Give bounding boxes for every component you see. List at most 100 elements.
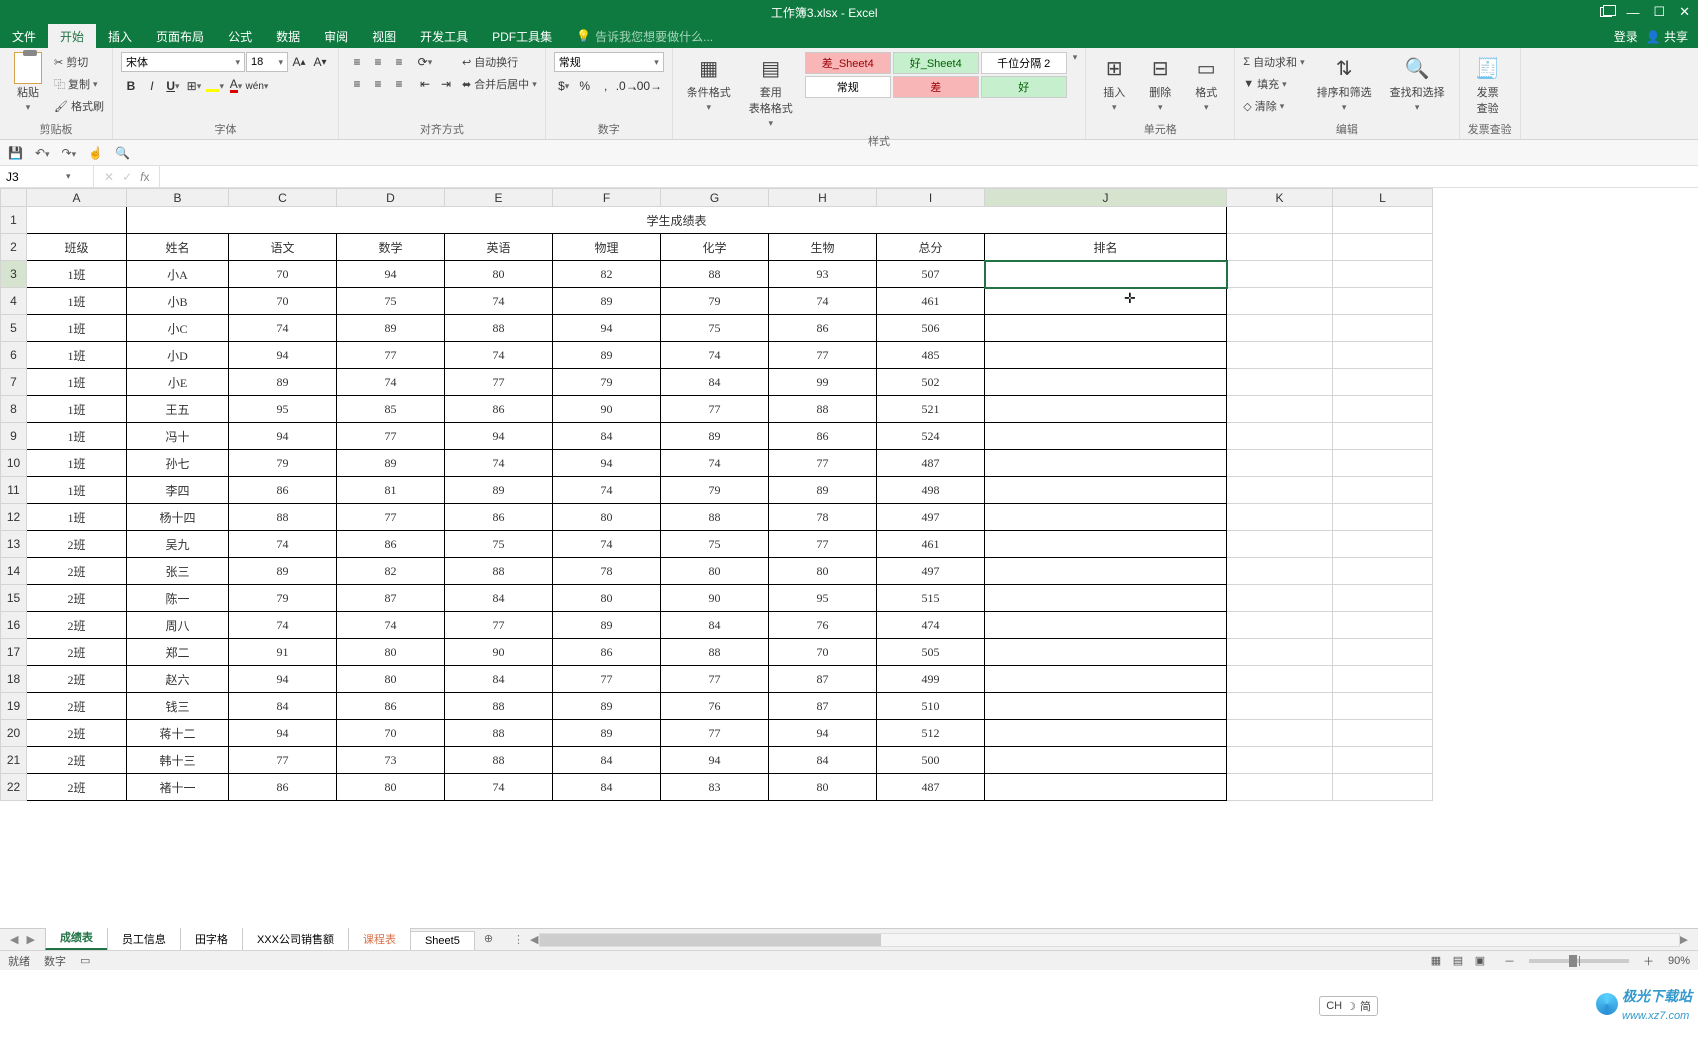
- cell-G21[interactable]: 94: [661, 747, 769, 774]
- cell-D16[interactable]: 74: [337, 612, 445, 639]
- cell-L6[interactable]: [1333, 342, 1433, 369]
- cell-L22[interactable]: [1333, 774, 1433, 801]
- cell-H5[interactable]: 86: [769, 315, 877, 342]
- tell-me-search[interactable]: 💡 告诉我您想要做什么...: [576, 24, 713, 48]
- col-header-J[interactable]: J: [985, 189, 1227, 207]
- cell-B20[interactable]: 蒋十二: [127, 720, 229, 747]
- cell-D9[interactable]: 77: [337, 423, 445, 450]
- cell-K2[interactable]: [1227, 234, 1333, 261]
- zoom-out-button[interactable]: －: [1504, 953, 1515, 969]
- comma-button[interactable]: ,: [596, 76, 616, 96]
- underline-button[interactable]: U▾: [163, 76, 183, 96]
- cell-J14[interactable]: [985, 558, 1227, 585]
- cell-C16[interactable]: 74: [229, 612, 337, 639]
- cell-K15[interactable]: [1227, 585, 1333, 612]
- cell-K21[interactable]: [1227, 747, 1333, 774]
- row-header-6[interactable]: 6: [1, 342, 27, 369]
- cell-K4[interactable]: [1227, 288, 1333, 315]
- cell-D3[interactable]: 94: [337, 261, 445, 288]
- cell-K10[interactable]: [1227, 450, 1333, 477]
- col-header-F[interactable]: F: [553, 189, 661, 207]
- font-color-button[interactable]: A▾: [226, 76, 246, 96]
- cell-C20[interactable]: 94: [229, 720, 337, 747]
- cell-B16[interactable]: 周八: [127, 612, 229, 639]
- cell-G10[interactable]: 74: [661, 450, 769, 477]
- cell-F18[interactable]: 77: [553, 666, 661, 693]
- cell-J15[interactable]: [985, 585, 1227, 612]
- normal-view-button[interactable]: ▦: [1426, 953, 1446, 968]
- cell-E17[interactable]: 90: [445, 639, 553, 666]
- cell-K3[interactable]: [1227, 261, 1333, 288]
- cell-D13[interactable]: 86: [337, 531, 445, 558]
- cell-B1[interactable]: 学生成绩表: [127, 207, 1227, 234]
- cell-C21[interactable]: 77: [229, 747, 337, 774]
- cell-L9[interactable]: [1333, 423, 1433, 450]
- hscroll-right[interactable]: ▶: [1680, 933, 1688, 946]
- cell-L14[interactable]: [1333, 558, 1433, 585]
- cell-E4[interactable]: 74: [445, 288, 553, 315]
- cell-G18[interactable]: 77: [661, 666, 769, 693]
- cell-C8[interactable]: 95: [229, 396, 337, 423]
- cell-D10[interactable]: 89: [337, 450, 445, 477]
- cell-C14[interactable]: 89: [229, 558, 337, 585]
- cell-D5[interactable]: 89: [337, 315, 445, 342]
- cell-J2[interactable]: 排名: [985, 234, 1227, 261]
- cell-I2[interactable]: 总分: [877, 234, 985, 261]
- cell-A14[interactable]: 2班: [27, 558, 127, 585]
- cut-button[interactable]: ✂剪切: [54, 52, 104, 72]
- phonetic-button[interactable]: wén▾: [247, 76, 267, 96]
- col-header-H[interactable]: H: [769, 189, 877, 207]
- orientation-button[interactable]: ⟳▾: [415, 52, 435, 72]
- cell-I16[interactable]: 474: [877, 612, 985, 639]
- cell-J3[interactable]: [985, 261, 1227, 288]
- cell-I5[interactable]: 506: [877, 315, 985, 342]
- cell-J16[interactable]: [985, 612, 1227, 639]
- row-header-14[interactable]: 14: [1, 558, 27, 585]
- cell-C6[interactable]: 94: [229, 342, 337, 369]
- cell-I13[interactable]: 461: [877, 531, 985, 558]
- cell-H21[interactable]: 84: [769, 747, 877, 774]
- share-button[interactable]: 👤 共享: [1646, 28, 1688, 45]
- cell-A10[interactable]: 1班: [27, 450, 127, 477]
- cell-D20[interactable]: 70: [337, 720, 445, 747]
- cell-H6[interactable]: 77: [769, 342, 877, 369]
- cell-B22[interactable]: 褚十一: [127, 774, 229, 801]
- qat-print-preview-button[interactable]: 🔍: [115, 146, 130, 160]
- tab-view[interactable]: 视图: [360, 24, 408, 48]
- cell-L21[interactable]: [1333, 747, 1433, 774]
- col-header-C[interactable]: C: [229, 189, 337, 207]
- cell-E9[interactable]: 94: [445, 423, 553, 450]
- spreadsheet-grid[interactable]: ABCDEFGHIJKL1学生成绩表2班级姓名语文数学英语物理化学生物总分排名3…: [0, 188, 1698, 928]
- tab-insert[interactable]: 插入: [96, 24, 144, 48]
- bold-button[interactable]: B: [121, 76, 141, 96]
- cell-L7[interactable]: [1333, 369, 1433, 396]
- cell-C2[interactable]: 语文: [229, 234, 337, 261]
- tab-file[interactable]: 文件: [0, 24, 48, 48]
- cell-H22[interactable]: 80: [769, 774, 877, 801]
- cell-B6[interactable]: 小D: [127, 342, 229, 369]
- cell-B13[interactable]: 吴九: [127, 531, 229, 558]
- cell-A17[interactable]: 2班: [27, 639, 127, 666]
- style-normal[interactable]: 常规: [805, 76, 891, 98]
- cell-H15[interactable]: 95: [769, 585, 877, 612]
- col-header-E[interactable]: E: [445, 189, 553, 207]
- sort-filter-button[interactable]: ⇅排序和筛选▾: [1311, 52, 1378, 115]
- maximize-button[interactable]: ☐: [1653, 4, 1665, 20]
- cell-H20[interactable]: 94: [769, 720, 877, 747]
- cell-B19[interactable]: 钱三: [127, 693, 229, 720]
- clear-button[interactable]: ◇清除▾: [1243, 96, 1304, 116]
- row-header-17[interactable]: 17: [1, 639, 27, 666]
- cell-E16[interactable]: 77: [445, 612, 553, 639]
- increase-font-button[interactable]: A▴: [289, 52, 309, 72]
- align-top-button[interactable]: ≡: [347, 52, 367, 72]
- cell-E12[interactable]: 86: [445, 504, 553, 531]
- cell-E19[interactable]: 88: [445, 693, 553, 720]
- fx-button[interactable]: fx: [140, 170, 149, 184]
- cell-G2[interactable]: 化学: [661, 234, 769, 261]
- format-painter-button[interactable]: 🖌格式刷: [54, 96, 104, 116]
- cell-B9[interactable]: 冯十: [127, 423, 229, 450]
- cell-C17[interactable]: 91: [229, 639, 337, 666]
- row-header-19[interactable]: 19: [1, 693, 27, 720]
- cell-H11[interactable]: 89: [769, 477, 877, 504]
- cell-F5[interactable]: 94: [553, 315, 661, 342]
